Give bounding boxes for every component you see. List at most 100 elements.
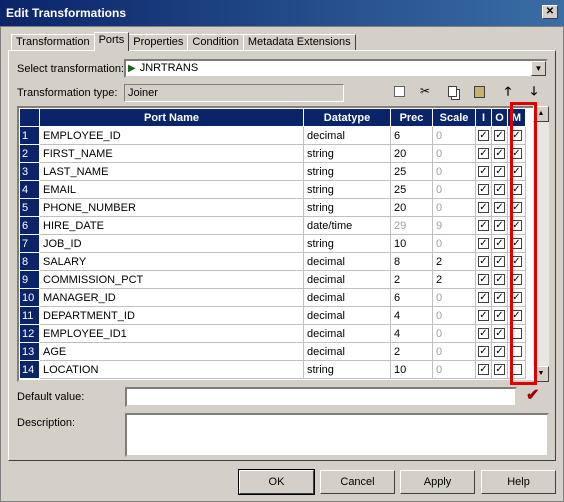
o-checkbox[interactable]: ✓	[494, 364, 505, 376]
header-prec[interactable]: Prec	[390, 108, 433, 127]
header-datatype[interactable]: Datatype	[303, 108, 391, 127]
datatype-cell[interactable]: decimal	[303, 252, 391, 271]
datatype-cell[interactable]: decimal	[303, 288, 391, 307]
prec-cell[interactable]: 20	[390, 198, 433, 217]
i-checkbox[interactable]: ✓	[478, 202, 489, 214]
row-number[interactable]: 2	[19, 144, 40, 163]
scale-cell[interactable]: 2	[432, 252, 476, 271]
o-checkbox[interactable]: ✓	[494, 238, 505, 250]
tab-metadata-extensions[interactable]: Metadata Extensions	[242, 34, 356, 51]
row-number[interactable]: 5	[19, 198, 40, 217]
close-button[interactable]: ✕	[542, 5, 558, 19]
header-input[interactable]: I	[475, 108, 492, 127]
scale-cell[interactable]: 0	[432, 162, 476, 181]
row-number[interactable]: 10	[19, 288, 40, 307]
i-checkbox[interactable]: ✓	[478, 256, 489, 268]
datatype-cell[interactable]: string	[303, 198, 391, 217]
table-row[interactable]: 5 PHONE_NUMBER string 20 0 ✓ ✓ ✓	[19, 198, 526, 217]
port-name-cell[interactable]: LAST_NAME	[39, 162, 304, 181]
o-checkbox[interactable]: ✓	[494, 346, 505, 358]
i-checkbox[interactable]: ✓	[478, 184, 489, 196]
header-scale[interactable]: Scale	[432, 108, 476, 127]
datatype-cell[interactable]: string	[303, 360, 391, 379]
datatype-cell[interactable]: string	[303, 180, 391, 199]
scale-cell[interactable]: 0	[432, 342, 476, 361]
prec-cell[interactable]: 20	[390, 144, 433, 163]
table-row[interactable]: 9 COMMISSION_PCT decimal 2 2 ✓ ✓ ✓	[19, 270, 526, 289]
table-row[interactable]: 4 EMAIL string 25 0 ✓ ✓ ✓	[19, 180, 526, 199]
prec-cell[interactable]: 10	[390, 360, 433, 379]
paste-icon[interactable]	[471, 83, 487, 99]
row-number[interactable]: 8	[19, 252, 40, 271]
cancel-button[interactable]: Cancel	[320, 470, 395, 494]
prec-cell[interactable]: 29	[390, 216, 433, 235]
row-number[interactable]: 4	[19, 180, 40, 199]
datatype-cell[interactable]: string	[303, 234, 391, 253]
ok-button[interactable]: OK	[238, 469, 315, 495]
row-number[interactable]: 13	[19, 342, 40, 361]
prec-cell[interactable]: 25	[390, 180, 433, 199]
o-checkbox[interactable]: ✓	[494, 328, 505, 340]
scale-cell[interactable]: 9	[432, 216, 476, 235]
o-checkbox[interactable]: ✓	[494, 310, 505, 322]
scale-cell[interactable]: 0	[432, 126, 476, 145]
tab-ports[interactable]: Ports	[93, 32, 130, 51]
row-number[interactable]: 7	[19, 234, 40, 253]
chevron-down-icon[interactable]: ▼	[531, 61, 546, 76]
row-number[interactable]: 3	[19, 162, 40, 181]
o-checkbox[interactable]: ✓	[494, 148, 505, 160]
port-name-cell[interactable]: HIRE_DATE	[39, 216, 304, 235]
o-checkbox[interactable]: ✓	[494, 166, 505, 178]
table-row[interactable]: 13 AGE decimal 2 0 ✓ ✓	[19, 342, 526, 361]
port-name-cell[interactable]: EMAIL	[39, 180, 304, 199]
port-name-cell[interactable]: LOCATION	[39, 360, 304, 379]
description-textarea[interactable]	[125, 413, 549, 457]
scale-cell[interactable]: 0	[432, 198, 476, 217]
prec-cell[interactable]: 6	[390, 126, 433, 145]
port-name-cell[interactable]: JOB_ID	[39, 234, 304, 253]
table-row[interactable]: 6 HIRE_DATE date/time 29 9 ✓ ✓ ✓	[19, 216, 526, 235]
scale-cell[interactable]: 2	[432, 270, 476, 289]
o-checkbox[interactable]: ✓	[494, 256, 505, 268]
i-checkbox[interactable]: ✓	[478, 310, 489, 322]
header-output[interactable]: O	[491, 108, 508, 127]
port-name-cell[interactable]: SALARY	[39, 252, 304, 271]
o-checkbox[interactable]: ✓	[494, 292, 505, 304]
o-checkbox[interactable]: ✓	[494, 274, 505, 286]
table-row[interactable]: 3 LAST_NAME string 25 0 ✓ ✓ ✓	[19, 162, 526, 181]
datatype-cell[interactable]: string	[303, 162, 391, 181]
prec-cell[interactable]: 25	[390, 162, 433, 181]
datatype-cell[interactable]: decimal	[303, 126, 391, 145]
port-name-cell[interactable]: PHONE_NUMBER	[39, 198, 304, 217]
datatype-cell[interactable]: date/time	[303, 216, 391, 235]
scale-cell[interactable]: 0	[432, 360, 476, 379]
port-name-cell[interactable]: MANAGER_ID	[39, 288, 304, 307]
table-row[interactable]: 8 SALARY decimal 8 2 ✓ ✓ ✓	[19, 252, 526, 271]
i-checkbox[interactable]: ✓	[478, 292, 489, 304]
o-checkbox[interactable]: ✓	[494, 220, 505, 232]
prec-cell[interactable]: 4	[390, 306, 433, 325]
move-down-icon[interactable]: 🡓	[526, 83, 542, 99]
row-number[interactable]: 11	[19, 306, 40, 325]
i-checkbox[interactable]: ✓	[478, 328, 489, 340]
o-checkbox[interactable]: ✓	[494, 202, 505, 214]
copy-icon[interactable]	[444, 83, 460, 99]
scale-cell[interactable]: 0	[432, 306, 476, 325]
table-row[interactable]: 10 MANAGER_ID decimal 6 0 ✓ ✓ ✓	[19, 288, 526, 307]
scale-cell[interactable]: 0	[432, 144, 476, 163]
datatype-cell[interactable]: decimal	[303, 342, 391, 361]
i-checkbox[interactable]: ✓	[478, 220, 489, 232]
prec-cell[interactable]: 2	[390, 342, 433, 361]
datatype-cell[interactable]: string	[303, 144, 391, 163]
row-number[interactable]: 1	[19, 126, 40, 145]
new-port-icon[interactable]	[391, 83, 407, 99]
tab-transformation[interactable]: Transformation	[11, 34, 95, 51]
prec-cell[interactable]: 6	[390, 288, 433, 307]
port-name-cell[interactable]: COMMISSION_PCT	[39, 270, 304, 289]
apply-button[interactable]: Apply	[400, 470, 475, 494]
port-name-cell[interactable]: AGE	[39, 342, 304, 361]
scale-cell[interactable]: 0	[432, 180, 476, 199]
prec-cell[interactable]: 8	[390, 252, 433, 271]
port-name-cell[interactable]: FIRST_NAME	[39, 144, 304, 163]
port-name-cell[interactable]: EMPLOYEE_ID1	[39, 324, 304, 343]
